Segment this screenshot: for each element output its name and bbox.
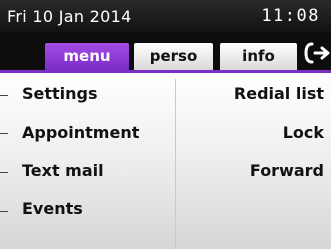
menu-item-forward[interactable]: Forward bbox=[250, 153, 324, 189]
status-date: Fri 10 Jan 2014 bbox=[7, 7, 132, 26]
tab-info[interactable]: info bbox=[220, 43, 297, 70]
tab-perso[interactable]: perso bbox=[134, 43, 213, 70]
tab-bar: menu perso info bbox=[0, 33, 331, 73]
status-bar: Fri 10 Jan 2014 11:08 bbox=[0, 0, 331, 33]
menu-item-text-mail[interactable]: Text mail bbox=[0, 153, 104, 189]
menu-item-events[interactable]: Events bbox=[0, 191, 83, 227]
menu-item-appointment[interactable]: Appointment bbox=[0, 115, 139, 151]
menu-item-lock[interactable]: Lock bbox=[283, 115, 324, 151]
menu-item-settings[interactable]: Settings bbox=[0, 76, 98, 112]
menu-panel: Settings Appointment Text mail Events Re… bbox=[0, 73, 331, 249]
call-forward-icon[interactable] bbox=[303, 41, 331, 65]
menu-item-redial-list[interactable]: Redial list bbox=[234, 76, 324, 112]
tab-menu[interactable]: menu bbox=[45, 43, 129, 70]
phone-screen: Fri 10 Jan 2014 11:08 menu perso info Se… bbox=[0, 0, 331, 249]
column-divider bbox=[175, 79, 176, 249]
status-time: 11:08 bbox=[261, 6, 320, 26]
